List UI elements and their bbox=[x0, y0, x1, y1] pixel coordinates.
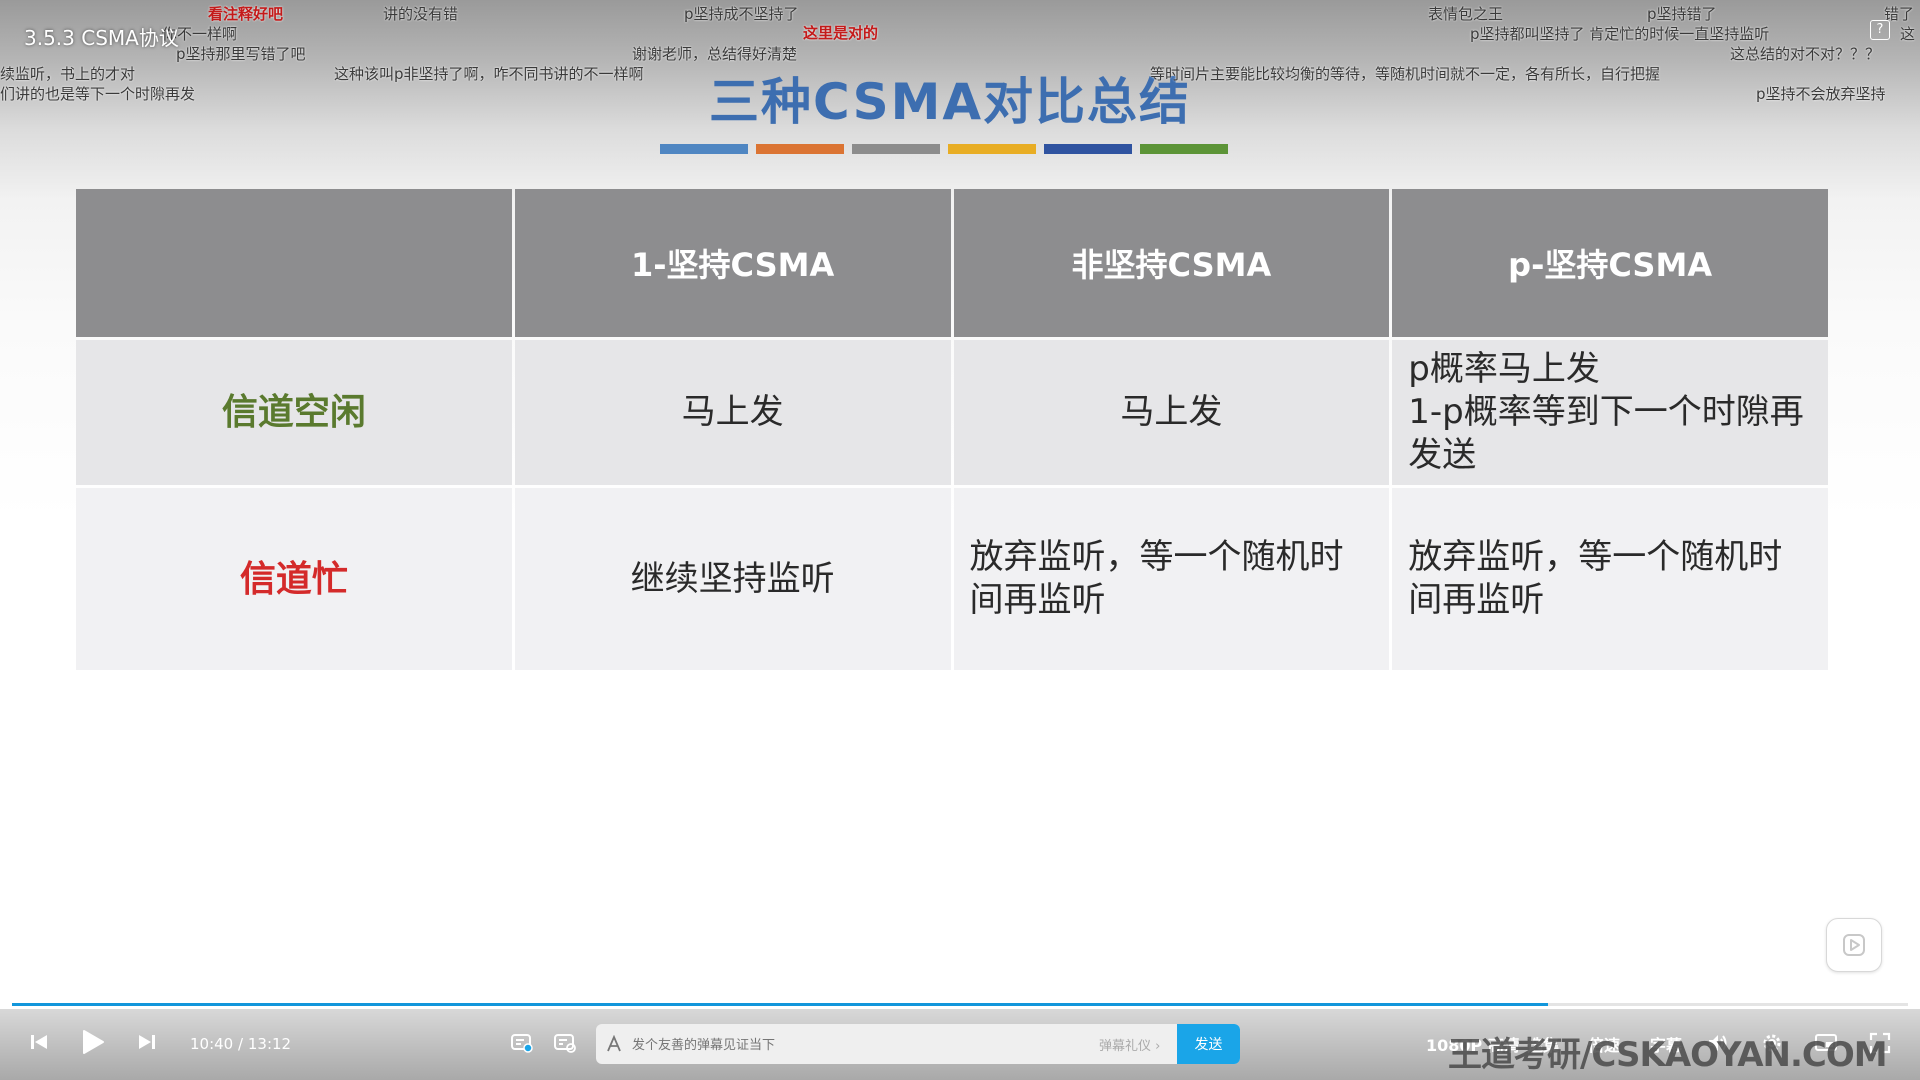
danmaku-comment: p坚持成不坚持了 bbox=[684, 5, 799, 23]
progress-fill bbox=[12, 1003, 1548, 1006]
color-bar bbox=[660, 144, 748, 154]
table-header-non-persistent: 非坚持CSMA bbox=[953, 189, 1390, 337]
video-stage[interactable]: 3.5.3 CSMA协议 ? 看注释好吧 讲的没有错 p坚持成不坚持了 这里是对… bbox=[0, 0, 1920, 1080]
time-total: 13:12 bbox=[247, 1035, 292, 1053]
danmaku-comment: 续监听，书上的才对 bbox=[0, 65, 136, 83]
time-separator: / bbox=[238, 1035, 244, 1053]
table-header-p-persistent: p-坚持CSMA bbox=[1392, 189, 1828, 337]
table-header-corner bbox=[76, 189, 512, 337]
text-style-icon[interactable] bbox=[606, 1035, 622, 1053]
table-row-channel-busy: 信道忙 继续坚持监听 放弃监听，等一个随机时间再监听 放弃监听，等一个随机时间再… bbox=[76, 488, 1828, 670]
danmaku-comment: 讲的没有错 bbox=[383, 5, 459, 23]
color-bar bbox=[948, 144, 1036, 154]
csma-comparison-table: 1-坚持CSMA 非坚持CSMA p-坚持CSMA 信道空闲 马上发 马上发 p… bbox=[73, 186, 1831, 673]
play-button[interactable] bbox=[80, 1028, 106, 1056]
skip-next-icon bbox=[139, 1035, 155, 1049]
danmaku-etiquette-link[interactable]: 弹幕礼仪 › bbox=[1099, 1035, 1160, 1054]
danmaku-comment: 们讲的也是等下一个时隙再发 bbox=[0, 85, 196, 103]
watermark: 王道考研/CSKAOYAN.COM bbox=[1448, 1035, 1888, 1075]
danmaku-comment: p坚持那里写错了吧 bbox=[176, 45, 306, 63]
table-cell: 马上发 bbox=[514, 340, 951, 485]
danmaku-settings-button[interactable] bbox=[553, 1031, 577, 1055]
danmaku-toggle-icon bbox=[511, 1034, 533, 1053]
color-bar bbox=[1044, 144, 1132, 154]
cell-line: 1-p概率等到下一个时隙再发送 bbox=[1408, 392, 1804, 475]
table-cell: 放弃监听，等一个随机时间再监听 bbox=[953, 488, 1390, 670]
decorative-color-bars bbox=[660, 144, 1228, 154]
table-header-1-persistent: 1-坚持CSMA bbox=[514, 189, 951, 337]
table-cell-p-persistent-idle: p概率马上发 1-p概率等到下一个时隙再发送 bbox=[1392, 340, 1828, 485]
danmaku-comment: p坚持错了 bbox=[1647, 5, 1717, 23]
danmaku-comment: 这 bbox=[1900, 25, 1916, 43]
replay-button[interactable] bbox=[1826, 918, 1882, 972]
danmaku-comment: 这总结的对不对？？？ bbox=[1730, 45, 1881, 63]
video-title: 3.5.3 CSMA协议 bbox=[24, 26, 179, 50]
replay-icon bbox=[1843, 934, 1865, 956]
color-bar bbox=[1140, 144, 1228, 154]
previous-button[interactable] bbox=[28, 1031, 50, 1053]
table-header-row: 1-坚持CSMA 非坚持CSMA p-坚持CSMA bbox=[76, 189, 1828, 337]
color-bar bbox=[852, 144, 940, 154]
danmaku-toggle-button[interactable] bbox=[510, 1031, 534, 1055]
danmaku-comment: 看注释好吧 bbox=[208, 5, 284, 23]
time-display: 10:40 / 13:12 bbox=[190, 1035, 291, 1053]
danmaku-comment: 等时间片主要能比较均衡的等待，等随机时间就不一定，各有所长，自行把握 bbox=[1150, 65, 1661, 83]
progress-bar[interactable] bbox=[12, 1003, 1908, 1006]
danmaku-comment: 这种该叫p非坚持了啊，咋不同书讲的不一样啊 bbox=[334, 65, 644, 83]
row-label-channel-busy: 信道忙 bbox=[76, 488, 512, 670]
next-button[interactable] bbox=[136, 1031, 158, 1053]
color-bar bbox=[756, 144, 844, 154]
row-label-channel-idle: 信道空闲 bbox=[76, 340, 512, 485]
table-cell: 继续坚持监听 bbox=[514, 488, 951, 670]
time-current: 10:40 bbox=[190, 1035, 234, 1053]
danmaku-comment: 这里是对的 bbox=[803, 24, 879, 42]
table-row-channel-idle: 信道空闲 马上发 马上发 p概率马上发 1-p概率等到下一个时隙再发送 bbox=[76, 340, 1828, 485]
cell-line: p概率马上发 bbox=[1408, 349, 1600, 389]
danmaku-comment: 表情包之王 bbox=[1428, 5, 1504, 23]
danmaku-input-area: 弹幕礼仪 › 发送 bbox=[596, 1024, 1240, 1064]
danmaku-settings-icon bbox=[554, 1034, 576, 1053]
table-cell: 马上发 bbox=[953, 340, 1390, 485]
question-mark-icon[interactable]: ? bbox=[1870, 20, 1890, 40]
play-icon bbox=[83, 1030, 104, 1054]
danmaku-comment: 谢谢老师，总结得好清楚 bbox=[632, 45, 798, 63]
table-cell: 放弃监听，等一个随机时间再监听 bbox=[1392, 488, 1828, 670]
danmaku-comment: p坚持都叫坚持了 肯定忙的时候一直坚持监听 bbox=[1470, 25, 1770, 43]
skip-previous-icon bbox=[31, 1035, 47, 1049]
danmaku-comment: p坚持不会放弃坚持 bbox=[1756, 85, 1886, 103]
danmaku-input[interactable] bbox=[630, 1024, 1074, 1064]
send-danmaku-button[interactable]: 发送 bbox=[1177, 1024, 1240, 1064]
